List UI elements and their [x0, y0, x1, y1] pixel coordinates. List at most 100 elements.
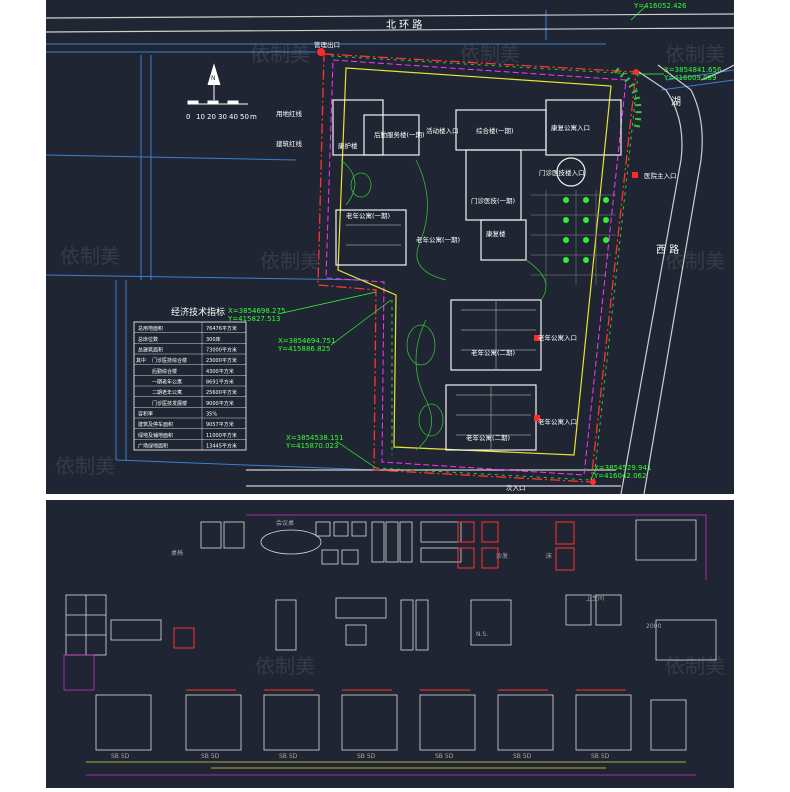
- block-label: SB 5D: [201, 753, 220, 760]
- table-cell: 建筑及停车面积: [138, 421, 173, 428]
- block-label: N.S.: [476, 631, 488, 638]
- magenta-outlines: [63, 514, 707, 776]
- east-apt-label: 康复公寓入口: [551, 123, 590, 132]
- site-plan-drawing: N 0 10 20 30 40 50 m 北 环 路 西 路 湖 Y=41605…: [45, 2, 735, 495]
- landscape: [340, 159, 547, 451]
- apartment-top-label: 老年公寓(一期): [346, 211, 390, 220]
- conference-table: [260, 529, 322, 555]
- table-cell: 容积率: [138, 411, 153, 418]
- coord: Y=415886.825: [277, 345, 330, 353]
- table-cell: 一期老年公寓: [152, 379, 182, 386]
- table-cell: 总建筑面积: [138, 347, 163, 354]
- scale-tick: 30: [218, 113, 227, 121]
- north-gate-label: 管理出口: [314, 40, 340, 49]
- road-north-label: 北 环 路: [386, 18, 422, 31]
- building-line-label: 建筑红线: [276, 139, 303, 148]
- site-plan-panel: N 0 10 20 30 40 50 m 北 环 路 西 路 湖 Y=41605…: [45, 0, 735, 495]
- entry-markers: [317, 48, 639, 485]
- rehab-label: 康复楼: [486, 229, 506, 238]
- comprehensive-label: 综合楼(一期): [476, 126, 514, 135]
- table-cell: 其中: [136, 357, 146, 364]
- table-cell: 73000平方米: [206, 347, 237, 354]
- table-rows: 总用地面积 76476平方米总床位数 300床总建筑面积 73000平方米其中 门诊医技…: [134, 322, 246, 450]
- block-label: 会议桌: [276, 519, 294, 527]
- coord: X=3854694.751: [278, 337, 335, 345]
- block-library-drawing: 桌椅 会议桌 沙发 床 卫生间 N.S. 2000 SB 5D SB 5D SB…: [63, 514, 717, 776]
- table-cell: 35%: [206, 412, 217, 418]
- table-cell: 23000平方米: [206, 357, 237, 364]
- scale-tick: m: [250, 113, 257, 121]
- care-building-label: 康护楼: [338, 141, 358, 150]
- coord: Y=416052.426: [633, 2, 687, 10]
- apt2b-entry-label: 老年公寓入口: [538, 417, 577, 426]
- block-label: 床: [546, 552, 552, 560]
- old-apt-label: 老年公寓(一期): [416, 235, 460, 244]
- table-cell: 二期老年公寓: [152, 389, 182, 396]
- table-cell: 4300平方米: [206, 368, 234, 375]
- block-label: SB 5D: [111, 753, 130, 760]
- scale-tick: 40: [229, 113, 238, 121]
- table-cell: 绿地及铺地面积: [138, 432, 173, 439]
- block-label: 桌椅: [171, 549, 183, 557]
- plaza-grid: [531, 190, 616, 285]
- table-cell: 25600平方米: [206, 389, 237, 396]
- outpatient-label: 门诊医技(一期): [471, 196, 515, 205]
- apt2-entry-label: 老年公寓入口: [538, 333, 577, 342]
- building-outpatient: [465, 149, 522, 221]
- outpatient-entry-label: 门诊医技楼入口: [539, 168, 585, 177]
- coord: X=3854698.275: [228, 307, 285, 315]
- table-cell: 广场绿地面积: [138, 443, 168, 450]
- building-labels: 管理出口 用地红线 建筑红线 后勤服务楼(一期) 康护楼 活动楼入口 综合楼(一…: [276, 40, 677, 492]
- coord: Y=416009.089: [663, 74, 716, 82]
- scale-tick: 50: [240, 113, 249, 121]
- table-cell: 8691平方米: [206, 379, 234, 386]
- road-east-label: 西 路: [656, 243, 679, 256]
- table-cell: 9000平方米: [206, 400, 234, 407]
- table-cell: 11000平方米: [206, 432, 237, 439]
- coord: X=3854538.151: [286, 434, 343, 442]
- setback-line: [325, 59, 627, 476]
- table-cell: 门诊医技综合楼: [152, 357, 187, 364]
- activity-entry-label: 活动楼入口: [426, 126, 459, 135]
- coord: Y=415870.023: [285, 442, 338, 450]
- table-cell: 300床: [206, 336, 221, 343]
- table-title: 经济技术指标: [171, 306, 225, 318]
- table-cell: 13445平方米: [206, 443, 237, 450]
- table-cell: 9057平方米: [206, 421, 234, 428]
- table-cell: 总用地面积: [138, 325, 163, 332]
- apt2-north-label: 老年公寓(二期): [471, 348, 515, 357]
- scale-tick: 0: [186, 113, 190, 121]
- scale-tick: 10: [196, 113, 205, 121]
- building-rehab: [480, 219, 527, 261]
- main-entry-label: 医院主入口: [644, 171, 677, 180]
- north-letter: N: [211, 75, 216, 82]
- block-label: SB 5D: [435, 753, 454, 760]
- north-arrow: N: [207, 63, 221, 100]
- block-label: 卫生间: [586, 594, 604, 602]
- block-label: 沙发: [496, 552, 508, 560]
- property-line: [317, 53, 637, 483]
- coord: Y=416042.062: [593, 472, 646, 480]
- apt2-south-label: 老年公寓(二期): [466, 433, 510, 442]
- yellow-dims: [86, 761, 686, 769]
- coord: X=3854529.941: [594, 464, 651, 472]
- scale-tick: 20: [207, 113, 216, 121]
- left-margin: [0, 0, 46, 788]
- block-label: 2000: [646, 623, 661, 630]
- road-east-top-label: 湖: [671, 96, 681, 108]
- block-label: SB 5D: [357, 753, 376, 760]
- coord: X=3854841.656: [664, 66, 722, 74]
- table-cell: 后勤综合楼: [152, 368, 177, 375]
- scale-bar: [187, 100, 248, 105]
- block-library-panel: 桌椅 会议桌 沙发 床 卫生间 N.S. 2000 SB 5D SB 5D SB…: [46, 500, 734, 788]
- red-line-label: 用地红线: [276, 109, 303, 118]
- tree-grid: [563, 197, 609, 263]
- furniture-blocks: [65, 519, 717, 751]
- table-cell: 门诊医技发展楼: [152, 400, 187, 407]
- right-margin: [734, 0, 790, 788]
- south-entry-label: 次入口: [506, 483, 526, 492]
- table-cell: 总床位数: [138, 336, 158, 343]
- scale-ticks: 0 10 20 30 40 50 m: [186, 113, 257, 121]
- table-cell: 76476平方米: [206, 325, 237, 332]
- block-label: SB 5D: [279, 753, 298, 760]
